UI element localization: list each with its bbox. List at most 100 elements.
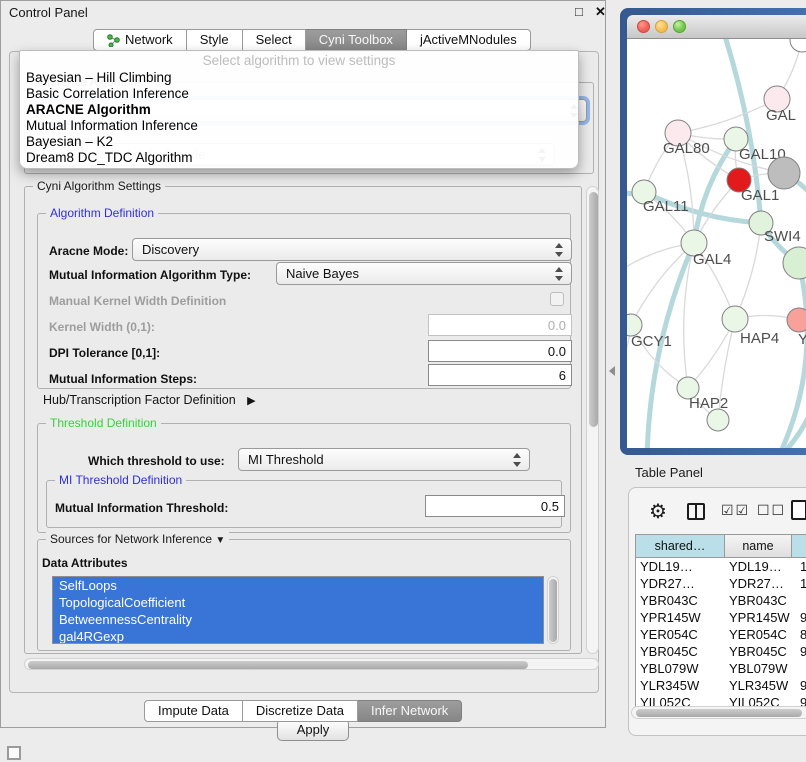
tab-cyni-toolbox[interactable]: Cyni Toolbox — [306, 29, 407, 51]
table-cell: YBR045C — [725, 643, 792, 660]
network-icon — [107, 34, 120, 47]
tab-impute-data[interactable]: Impute Data — [144, 700, 243, 722]
gear-icon[interactable]: ⚙ — [649, 499, 667, 524]
select-all-checkboxes-icon[interactable]: ☑☑ — [721, 502, 750, 519]
tab-infer-network-label: Infer Network — [371, 701, 448, 721]
algorithm-option[interactable]: Dream8 DC_TDC Algorithm — [20, 150, 578, 166]
minimize-window-button[interactable] — [655, 20, 668, 33]
hub-definition-expander[interactable]: Hub/Transcription Factor Definition ▶ — [43, 393, 256, 407]
network-node[interactable] — [790, 39, 806, 52]
settings-hscrollbar[interactable] — [24, 658, 599, 670]
table-cell: 9. — [792, 609, 806, 626]
table-row[interactable]: YLR345WYLR345W9. — [636, 677, 806, 694]
dpi-tolerance-field[interactable]: 0.0 — [428, 340, 572, 362]
manual-kernel-checkbox[interactable] — [550, 292, 564, 306]
data-attribute-item[interactable]: gal4RGexp — [53, 628, 543, 644]
network-node-y[interactable] — [787, 308, 806, 332]
table-toolbar: ⚙ ☑☑ ☐☐ — [629, 498, 806, 528]
column-header[interactable]: shared… — [636, 535, 725, 558]
deselect-checkboxes-icon[interactable]: ☐☐ — [757, 502, 786, 519]
table-row[interactable]: YDR27…YDR27…12 — [636, 575, 806, 592]
apply-button[interactable]: Apply — [277, 719, 349, 741]
splitpane-collapse-arrow[interactable] — [609, 366, 615, 376]
network-edge[interactable] — [777, 263, 806, 448]
split-columns-icon[interactable] — [687, 503, 705, 520]
tab-infer-network[interactable]: Infer Network — [358, 700, 462, 722]
algorithm-option[interactable]: Bayesian – Hill Climbing — [20, 70, 578, 86]
column-header[interactable]: name — [725, 535, 792, 558]
table-cell: YBR043C — [725, 592, 792, 609]
close-panel-icon[interactable]: ✕ — [595, 4, 606, 20]
tab-style[interactable]: Style — [187, 29, 243, 51]
table-cell: 9. — [792, 643, 806, 660]
table-cell — [792, 592, 806, 609]
cyni-algorithm-settings-group: Cyni Algorithm Settings Algorithm Defini… — [24, 186, 582, 654]
tab-network[interactable]: Network — [93, 29, 187, 51]
network-node[interactable] — [768, 157, 800, 189]
node-attribute-table: shared…nameA YDL19…YDL19…13YDR27…YDR27…1… — [635, 534, 806, 712]
table-hscrollbar[interactable] — [631, 706, 806, 719]
tab-select-label: Select — [256, 30, 292, 50]
attribute-list-vscrollbar[interactable] — [547, 576, 559, 644]
table-cell: YBL079W — [636, 660, 725, 677]
table-row[interactable]: YER054CYER054C8. — [636, 626, 806, 643]
algorithm-option[interactable]: Basic Correlation Inference — [20, 86, 578, 102]
which-threshold-combobox[interactable]: MI Threshold — [238, 448, 530, 471]
tab-impute-data-label: Impute Data — [158, 701, 229, 721]
data-attribute-item[interactable]: TopologicalCoefficient — [53, 594, 543, 611]
table-cell: 8. — [792, 626, 806, 643]
tab-style-label: Style — [200, 30, 229, 50]
table-cell: YDL19… — [725, 558, 792, 575]
algorithm-option[interactable]: Mutual Information Inference — [20, 118, 578, 134]
network-canvas[interactable]: GALGAL80GAL10GAL1GAL11SWI4GAL4GCY1HAP4YH… — [627, 39, 806, 448]
data-attributes-label: Data Attributes — [42, 556, 128, 570]
tab-discretize-data[interactable]: Discretize Data — [243, 700, 358, 722]
network-edge[interactable] — [735, 223, 761, 319]
tab-select[interactable]: Select — [243, 29, 306, 51]
table-cell: YBR045C — [636, 643, 725, 660]
algorithm-option[interactable]: Bayesian – K2 — [20, 134, 578, 150]
aracne-mode-value: Discovery — [142, 242, 199, 257]
algorithm-popup: Select algorithm to view settings Bayesi… — [19, 50, 579, 169]
network-node-hap4[interactable] — [722, 306, 748, 332]
mi-threshold-field[interactable]: 0.5 — [425, 495, 565, 517]
table-row[interactable]: YBR043CYBR043C — [636, 592, 806, 609]
table-row[interactable]: YBL079WYBL079W — [636, 660, 806, 677]
table-row[interactable]: YBR045CYBR045C9. — [636, 643, 806, 660]
data-attribute-item[interactable]: SelfLoops — [53, 577, 543, 594]
control-panel: Control Panel □ ✕ Network Style Select C… — [0, 0, 606, 728]
minimized-panel-icon[interactable] — [7, 746, 21, 760]
data-attributes-list[interactable]: SelfLoopsTopologicalCoefficientBetweenne… — [52, 576, 544, 644]
expanded-arrow-icon[interactable]: ▼ — [215, 535, 225, 546]
aracne-mode-combobox[interactable]: Discovery — [132, 238, 572, 261]
float-window-icon[interactable]: □ — [575, 4, 583, 19]
mi-type-label: Mutual Information Algorithm Type: — [49, 268, 251, 282]
mi-steps-field[interactable]: 6 — [428, 364, 572, 386]
algorithm-definition-title: Algorithm Definition — [46, 206, 158, 220]
table-row[interactable]: YPR145WYPR145W9. — [636, 609, 806, 626]
bottom-tabs: Impute Data Discretize Data Infer Networ… — [144, 700, 462, 722]
table-cell — [792, 660, 806, 677]
node-label: GAL11 — [643, 198, 689, 215]
close-window-button[interactable] — [637, 20, 650, 33]
network-node[interactable] — [707, 409, 729, 431]
table-document-icon[interactable] — [791, 500, 806, 520]
settings-vscrollbar[interactable] — [586, 186, 599, 654]
algorithm-definition-group: Algorithm Definition Aracne Mode: Discov… — [37, 213, 571, 389]
table-row[interactable]: YDL19…YDL19…13 — [636, 558, 806, 575]
column-header[interactable]: A — [792, 535, 806, 558]
kernel-width-field[interactable]: 0.0 — [428, 314, 572, 336]
tab-jactivemnodules[interactable]: jActiveMNodules — [407, 29, 531, 51]
table-cell: YLR345W — [636, 677, 725, 694]
table-cell: YER054C — [636, 626, 725, 643]
algorithm-option[interactable]: ARACNE Algorithm — [20, 102, 578, 118]
table-cell: YPR145W — [725, 609, 792, 626]
network-edge[interactable] — [678, 99, 777, 133]
table-panel-title: Table Panel — [635, 465, 703, 480]
network-window-titlebar[interactable] — [627, 15, 806, 39]
zoom-window-button[interactable] — [673, 20, 686, 33]
table-cell: 13 — [792, 558, 806, 575]
data-attribute-item[interactable]: BetweennessCentrality — [53, 611, 543, 628]
mi-type-combobox[interactable]: Naive Bayes — [276, 262, 572, 285]
table-cell: YBR043C — [636, 592, 725, 609]
